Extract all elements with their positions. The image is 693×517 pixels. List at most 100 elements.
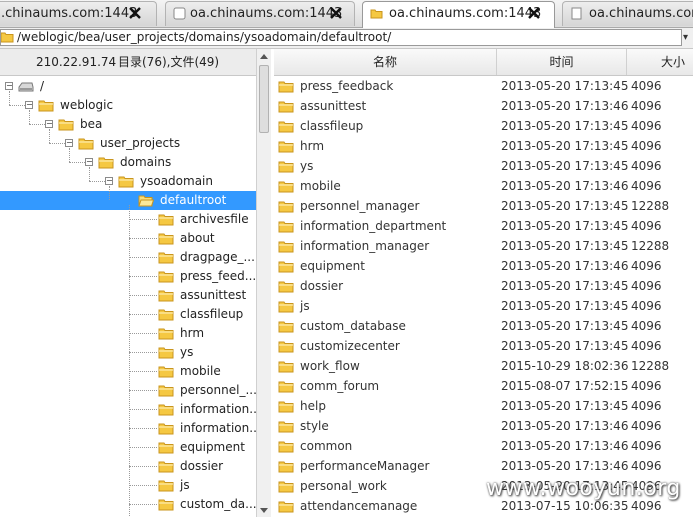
collapse-toggle-icon[interactable]: − xyxy=(65,139,73,147)
file-time: 2013-05-20 17:13:45 xyxy=(501,199,629,213)
left-panel-header: 210.22.91.74 目录(76),文件(49) xyxy=(0,49,256,76)
folder-icon xyxy=(98,157,114,169)
folder-icon xyxy=(158,499,174,511)
tree-node-label: about xyxy=(180,231,215,245)
tree-scrollbar[interactable] xyxy=(256,49,271,517)
file-row[interactable]: dossier 2013-05-20 17:13:45 4096 xyxy=(274,276,693,296)
scroll-up-icon[interactable] xyxy=(260,54,268,59)
file-name: js xyxy=(300,299,310,313)
tree-node[interactable]: ys xyxy=(158,343,256,362)
file-row[interactable]: ys 2013-05-20 17:13:45 4096 xyxy=(274,156,693,176)
file-row[interactable]: hrm 2013-05-20 17:13:45 4096 xyxy=(274,136,693,156)
tree-node[interactable]: weblogic xyxy=(38,96,238,115)
collapse-toggle-icon[interactable]: − xyxy=(45,120,53,128)
tab-3[interactable]: oa.chinaums.com:1443 xyxy=(362,1,555,28)
tree-node[interactable]: archivesfile xyxy=(158,210,256,229)
collapse-toggle-icon[interactable]: − xyxy=(5,82,13,90)
tree-node[interactable]: press_feed... xyxy=(158,267,256,286)
tab-2[interactable]: oa.chinaums.com:1443 xyxy=(165,1,355,26)
tree-node[interactable]: assunittest xyxy=(158,286,256,305)
file-row[interactable]: custom_database 2013-05-20 17:13:45 4096 xyxy=(274,316,693,336)
tree-node[interactable]: dragpage_... xyxy=(158,248,256,267)
file-name: assunittest xyxy=(300,99,367,113)
tree-node[interactable]: about xyxy=(158,229,256,248)
folder-icon xyxy=(58,119,74,131)
file-row[interactable]: personnel_manager 2013-05-20 17:13:45 1228… xyxy=(274,196,693,216)
file-row[interactable]: equipment 2013-05-20 17:13:46 4096 xyxy=(274,256,693,276)
collapse-toggle-icon[interactable]: − xyxy=(85,158,93,166)
tree-node[interactable]: information... xyxy=(158,419,256,438)
tree-node-label: domains xyxy=(120,155,172,169)
tab-1[interactable]: .chinaums.com:1443 xyxy=(0,1,157,26)
file-row[interactable]: information_manager 2013-05-20 17:13:45 12… xyxy=(274,236,693,256)
collapse-toggle-icon[interactable]: − xyxy=(105,177,113,185)
folder-icon xyxy=(158,461,174,473)
folder-icon xyxy=(278,341,294,353)
file-row[interactable]: common 2013-05-20 17:13:46 4096 xyxy=(274,436,693,456)
file-row[interactable]: help 2013-05-20 17:13:45 4096 xyxy=(274,396,693,416)
file-size: 4096 xyxy=(631,419,662,433)
tree-guide xyxy=(129,504,157,505)
folder-icon xyxy=(1,32,14,43)
file-name: information_department xyxy=(300,219,447,233)
file-row[interactable]: mobile 2013-05-20 17:13:46 4096 xyxy=(274,176,693,196)
tree-node[interactable]: ysoadomain xyxy=(118,172,256,191)
tree-node[interactable]: dossier xyxy=(158,457,256,476)
file-row[interactable]: performanceManager 2013-05-20 17:13:46 409… xyxy=(274,456,693,476)
file-row[interactable]: press_feedback 2013-05-20 17:13:45 4096 xyxy=(274,76,693,96)
file-row[interactable]: js 2013-05-20 17:13:45 4096 xyxy=(274,296,693,316)
file-size: 12288 xyxy=(631,359,670,373)
file-size: 4096 xyxy=(631,139,662,153)
file-row[interactable]: customizecenter 2013-05-20 17:13:45 4096 xyxy=(274,336,693,356)
file-row[interactable]: comm_forum 2015-08-07 17:52:15 4096 xyxy=(274,376,693,396)
folder-icon xyxy=(158,366,174,378)
tree-node[interactable]: classfileup xyxy=(158,305,256,324)
folder-icon xyxy=(278,381,294,393)
tree-node-label: press_feed... xyxy=(180,269,256,283)
tree-guide xyxy=(129,257,157,258)
tab-2-label: oa.chinaums.com:1443 xyxy=(190,6,343,21)
tree-node[interactable]: information... xyxy=(158,400,256,419)
tree-node[interactable]: user_projects xyxy=(78,134,256,153)
tab-4[interactable]: oa.chinaums.com:1443 xyxy=(562,1,693,26)
scroll-down-icon[interactable] xyxy=(260,508,268,513)
drive-icon xyxy=(18,82,34,92)
tree-node[interactable]: domains xyxy=(98,153,256,172)
column-size[interactable]: 大小 xyxy=(627,49,693,75)
tree-guide xyxy=(69,162,85,163)
file-time: 2013-05-20 17:13:45 xyxy=(501,279,629,293)
collapse-toggle-icon[interactable]: − xyxy=(25,101,33,109)
directory-summary: 目录(76),文件(49) xyxy=(118,55,220,69)
tree-node[interactable]: equipment xyxy=(158,438,256,457)
tree-node-label: weblogic xyxy=(60,98,114,112)
folder-icon xyxy=(278,161,294,173)
tree-node[interactable]: js xyxy=(158,476,256,495)
tree-node[interactable]: / xyxy=(18,77,218,96)
folder-icon xyxy=(158,328,174,340)
tree-node[interactable]: personnel_... xyxy=(158,381,256,400)
file-time: 2013-05-20 17:13:45 xyxy=(501,119,629,133)
close-icon[interactable] xyxy=(328,5,344,21)
column-time[interactable]: 时间 xyxy=(497,49,627,75)
tree-guide xyxy=(129,295,157,296)
tree-node[interactable]: mobile xyxy=(158,362,256,381)
file-row[interactable]: style 2013-05-20 17:13:46 4096 xyxy=(274,416,693,436)
file-row[interactable]: information_department 2013-05-20 17:13:4… xyxy=(274,216,693,236)
close-icon[interactable] xyxy=(127,5,143,21)
file-row[interactable]: assunittest 2013-05-20 17:13:46 4096 xyxy=(274,96,693,116)
column-name[interactable]: 名称 xyxy=(274,49,497,75)
folder-tree[interactable]: − / − weblogic − bea − user_projects − domains − ys… xyxy=(0,76,256,517)
scrollbar-thumb[interactable] xyxy=(259,65,269,133)
chevron-down-icon[interactable]: ▾ xyxy=(683,30,693,46)
path-input[interactable]: /weblogic/bea/user_projects/domains/ysoa… xyxy=(0,29,682,46)
file-row[interactable]: classfileup 2013-05-20 17:13:45 4096 xyxy=(274,116,693,136)
file-row[interactable]: work_flow 2015-10-29 18:02:36 12288 xyxy=(274,356,693,376)
server-ip: 210.22.91.74 xyxy=(36,55,117,69)
tree-node[interactable]: custom_da... xyxy=(158,495,256,514)
tree-node[interactable]: bea xyxy=(58,115,256,134)
file-name: performanceManager xyxy=(300,459,430,473)
tree-node[interactable]: hrm xyxy=(158,324,256,343)
close-icon[interactable] xyxy=(526,5,542,21)
folder-icon xyxy=(158,423,174,435)
tree-node[interactable]: defaultroot xyxy=(0,191,256,210)
